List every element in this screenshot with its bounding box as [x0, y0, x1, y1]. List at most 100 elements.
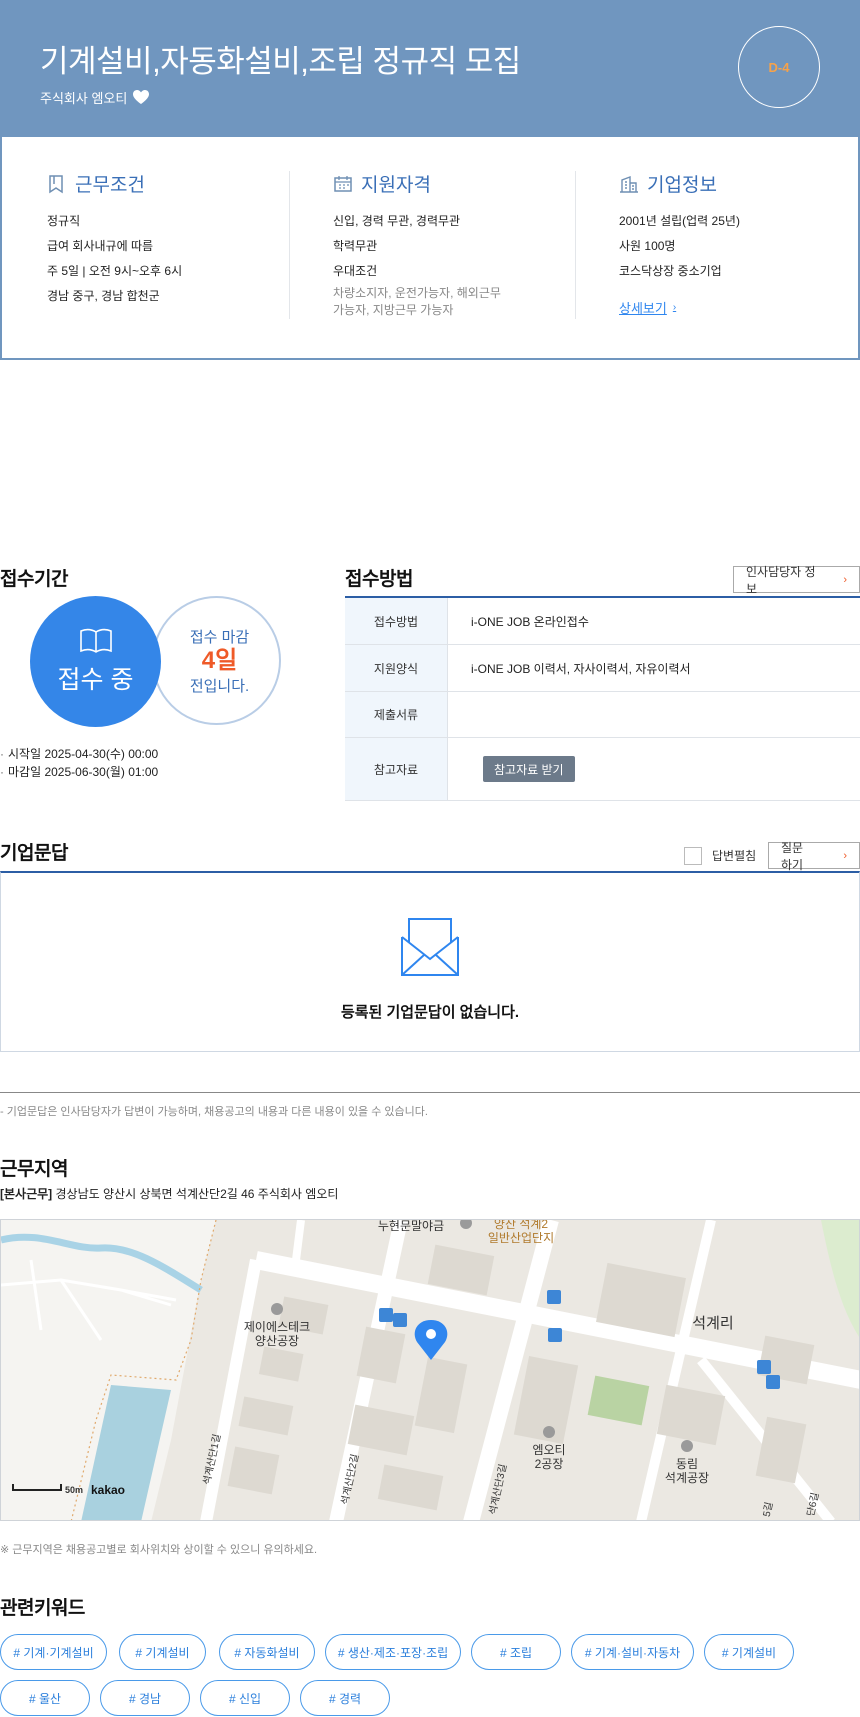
- divider: [289, 171, 290, 319]
- keyword-tag[interactable]: # 생산·제조·포장·조립: [325, 1634, 461, 1670]
- keyword-tag[interactable]: # 울산: [0, 1680, 90, 1716]
- keywords-title: 관련키워드: [0, 1598, 85, 1619]
- company-info-heading: 기업정보: [647, 175, 717, 196]
- row-label: 제출서류: [345, 692, 448, 737]
- job-summary: 근무조건 정규직 급여 회사내규에 따름 주 5일 | 오전 9시~오후 6시 …: [0, 137, 860, 360]
- qualification-line: 학력무관: [333, 239, 378, 253]
- job-title: 기계설비,자동화설비,조립 정규직 모집: [40, 44, 521, 79]
- heart-icon[interactable]: [133, 90, 150, 105]
- expand-answers-checkbox[interactable]: [684, 847, 702, 865]
- reference-download-button[interactable]: 참고자료 받기: [483, 756, 575, 782]
- chevron-right-icon: ›: [672, 302, 677, 313]
- ask-question-label: 질문하기: [781, 840, 804, 872]
- company-name[interactable]: 주식회사 엠오티: [40, 88, 127, 107]
- location-note: ※ 근무지역은 채용공고별로 회사위치와 상이할 수 있으니 유의하세요.: [0, 1544, 318, 1556]
- status-circle: 접수 중: [30, 596, 161, 727]
- chevron-right-icon: ›: [843, 849, 847, 862]
- company-line: 2001년 설립(업력 25년): [619, 214, 740, 228]
- map-label: 누현문말야금: [378, 1220, 444, 1233]
- map-label: 석계리: [692, 1315, 733, 1332]
- table-row: 지원양식 i-ONE JOB 이력서, 자사이력서, 자유이력서: [345, 645, 860, 692]
- work-line: 주 5일 | 오전 9시~오후 6시: [47, 264, 183, 278]
- map-label: 석계공장: [665, 1471, 709, 1485]
- keyword-tag[interactable]: # 경력: [300, 1680, 390, 1716]
- map-label: 동림: [676, 1457, 698, 1471]
- address-tag: [본사근무]: [0, 1187, 53, 1201]
- building-icon: [620, 175, 638, 193]
- days-left: 4일: [201, 646, 238, 674]
- expand-answers-label: 답변펼침: [712, 849, 757, 863]
- method-title: 접수방법: [345, 569, 413, 590]
- work-conditions: 근무조건 정규직 급여 회사내규에 따름 주 5일 | 오전 9시~오후 6시 …: [47, 170, 297, 309]
- keyword-tag[interactable]: # 기계·설비·자동차: [571, 1634, 694, 1670]
- apply-method-table: 접수방법 i-ONE JOB 온라인접수 지원양식 i-ONE JOB 이력서,…: [345, 596, 860, 801]
- address-text: 경상남도 양산시 상북면 석계산단2길 46 주식회사 엠오티: [55, 1187, 339, 1201]
- table-row: 제출서류: [345, 692, 860, 738]
- kakao-logo: kakao: [91, 1483, 125, 1497]
- deadline-label: 접수 마감: [189, 628, 250, 646]
- qualification-heading: 지원자격: [361, 175, 431, 196]
- chevron-right-icon: ›: [843, 573, 847, 586]
- qualification-line: 우대조건: [333, 264, 378, 278]
- preferred-conditions: 차량소지자, 운전가능자, 해외근무 가능자, 지방근무 가능자: [333, 286, 501, 317]
- company-name-row: 주식회사 엠오티: [40, 88, 150, 107]
- row-value: i-ONE JOB 이력서, 자사이력서, 자유이력서: [471, 661, 691, 676]
- keyword-tag[interactable]: # 경남: [100, 1680, 190, 1716]
- job-header: 기계설비,자동화설비,조립 정규직 모집 주식회사 엠오티 D-4: [0, 0, 860, 137]
- company-line: 사원 100명: [619, 239, 676, 253]
- row-value: [448, 692, 860, 737]
- deadline-suffix: 전입니다.: [189, 677, 250, 695]
- qa-note: - 기업문답은 인사담당자가 답변이 가능하며, 채용공고의 내용과 다른 내용…: [0, 1106, 428, 1118]
- hr-info-label: 인사담당자 정보: [746, 564, 816, 596]
- company-detail-link[interactable]: 상세보기 ›: [619, 298, 676, 317]
- divider: [575, 171, 576, 319]
- map-label: 일반산업단지: [488, 1231, 554, 1245]
- work-line: 경남 중구, 경남 합천군: [47, 289, 160, 303]
- map-label: 제이에스테크: [244, 1320, 310, 1334]
- period-dates: 시작일 2025-04-30(수) 00:00 마감일 2025-06-30(월…: [0, 745, 158, 781]
- calendar-icon: [334, 175, 352, 192]
- work-line: 급여 회사내규에 따름: [47, 239, 154, 253]
- location-map[interactable]: 누현문말야금 양산 석계2 일반산업단지 제이에스테크 양산공장 석계리 엠오티…: [0, 1219, 860, 1521]
- bookmark-icon: [49, 174, 63, 193]
- map-canvas[interactable]: 누현문말야금 양산 석계2 일반산업단지 제이에스테크 양산공장 석계리 엠오티…: [1, 1220, 860, 1521]
- keyword-tag[interactable]: # 자동화설비: [219, 1634, 315, 1670]
- row-label: 지원양식: [345, 645, 448, 691]
- work-line: 정규직: [47, 214, 81, 228]
- table-row: 접수방법 i-ONE JOB 온라인접수: [345, 598, 860, 645]
- qualification-line: 신입, 경력 무관, 경력무관: [333, 214, 461, 228]
- company-info: 기업정보 2001년 설립(업력 25년) 사원 100명 코스닥상장 중소기업…: [619, 170, 860, 318]
- qualification: 지원자격 신입, 경력 무관, 경력무관 학력무관 우대조건 차량소지자, 운전…: [333, 170, 583, 319]
- row-value: i-ONE JOB 온라인접수: [471, 614, 589, 629]
- qa-empty-message: 등록된 기업문답이 없습니다.: [340, 1004, 520, 1021]
- table-row: 참고자료 참고자료 받기: [345, 738, 860, 801]
- row-label: 접수방법: [345, 598, 448, 644]
- scale-label: 50m: [65, 1485, 83, 1495]
- company-line: 코스닥상장 중소기업: [619, 264, 722, 278]
- keyword-tag[interactable]: # 기계·기계설비: [0, 1634, 107, 1670]
- end-date: 마감일 2025-06-30(월) 01:00: [0, 763, 158, 781]
- keyword-tag[interactable]: # 기계설비: [119, 1634, 206, 1670]
- qa-title: 기업문답: [0, 843, 68, 864]
- keyword-tag[interactable]: # 신입: [200, 1680, 290, 1716]
- hr-info-button[interactable]: 인사담당자 정보 ›: [733, 565, 860, 596]
- keyword-tag[interactable]: # 조립: [471, 1634, 561, 1670]
- keyword-tag[interactable]: # 기계설비: [704, 1634, 794, 1670]
- row-value: 참고자료 받기: [448, 738, 860, 800]
- period-title: 접수기간: [0, 569, 68, 590]
- deadline-circle: 접수 마감 4일 전입니다.: [152, 596, 281, 725]
- envelope-icon: [401, 918, 459, 976]
- dday-badge: D-4: [738, 26, 820, 108]
- divider: [0, 1092, 860, 1093]
- work-conditions-heading: 근무조건: [75, 175, 145, 196]
- map-label: 양산공장: [255, 1334, 299, 1348]
- status-label: 접수 중: [57, 665, 134, 694]
- work-address: [본사근무] 경상남도 양산시 상북면 석계산단2길 46 주식회사 엠오티: [0, 1185, 338, 1202]
- ask-question-button[interactable]: 질문하기 ›: [768, 841, 860, 872]
- map-label: 양산 석계2: [494, 1220, 548, 1231]
- map-label: 엠오티: [532, 1443, 565, 1457]
- book-icon: [79, 628, 112, 653]
- detail-link-label: 상세보기: [619, 301, 667, 316]
- map-label: 2공장: [535, 1457, 564, 1471]
- location-title: 근무지역: [0, 1159, 68, 1180]
